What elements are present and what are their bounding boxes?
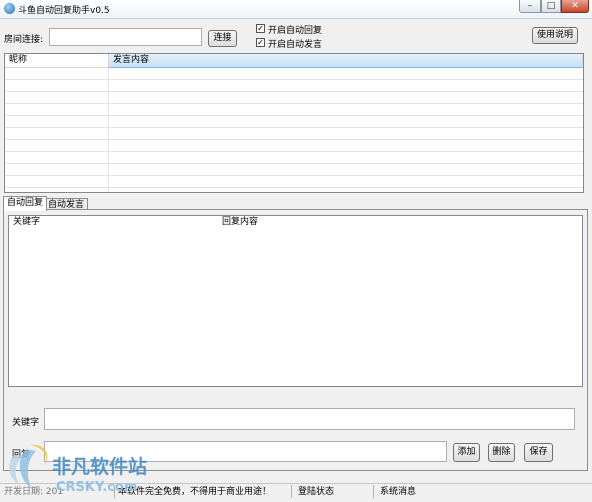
reply-label: 回复 [12,450,31,460]
chat-col-content[interactable]: 发言内容 [109,54,583,68]
app-icon [4,3,15,14]
reply-col-content[interactable]: 回复内容 [218,216,582,230]
save-button[interactable]: 保存 [524,443,553,462]
status-system-message: 系统消息 [380,487,417,497]
help-button[interactable]: 使用说明 [532,27,578,44]
table-row[interactable] [5,140,583,152]
room-connect-label: 房间连接: [4,35,44,45]
status-separator [373,485,374,498]
chat-col-nickname[interactable]: 昵称 [5,54,109,68]
table-row[interactable] [5,128,583,140]
delete-button[interactable]: 删除 [488,443,515,462]
maximize-button[interactable]: □ [541,0,561,13]
table-row[interactable] [5,176,583,188]
status-notice: 本软件完全免费，不得用于商业用途！ [118,487,272,497]
table-row[interactable] [5,164,583,176]
table-row[interactable] [5,68,583,80]
status-dev-date: 开发日期: 201 [4,487,64,497]
close-button[interactable]: ✕ [561,0,589,13]
window-title: 斗鱼自动回复助手v0.5 [18,6,110,16]
chat-table[interactable]: 昵称 发言内容 [4,53,584,193]
reply-input[interactable] [44,441,447,462]
status-separator [291,485,292,498]
auto-reply-label: 开启自动回复 [268,26,323,36]
room-input[interactable] [49,28,202,46]
table-row[interactable] [5,116,583,128]
minimize-button[interactable]: – [519,0,541,13]
reply-col-keyword[interactable]: 关键字 [9,216,218,230]
reply-table[interactable]: 关键字 回复内容 [8,215,583,387]
keyword-input[interactable] [44,408,575,430]
auto-reply-checkbox[interactable]: ✓ [256,24,265,33]
auto-speak-checkbox[interactable]: ✓ [256,38,265,47]
keyword-label: 关键字 [12,418,40,428]
table-row[interactable] [5,104,583,116]
tab-auto-reply[interactable]: 自动回复 [3,196,48,211]
table-row[interactable] [5,92,583,104]
status-separator [114,485,115,498]
connect-button[interactable]: 连接 [208,30,237,47]
title-bar: 斗鱼自动回复助手v0.5 – □ ✕ [0,0,592,19]
tab-panel-auto-reply: 关键字 回复内容 关键字 回复 添加 删除 保存 [3,209,588,471]
table-row[interactable] [5,152,583,164]
status-login-state: 登陆状态 [298,487,335,497]
table-row[interactable] [5,80,583,92]
status-bar: 开发日期: 201 本软件完全免费，不得用于商业用途！ 登陆状态 系统消息 [0,483,592,499]
add-button[interactable]: 添加 [453,443,480,462]
auto-speak-label: 开启自动发言 [268,40,323,50]
